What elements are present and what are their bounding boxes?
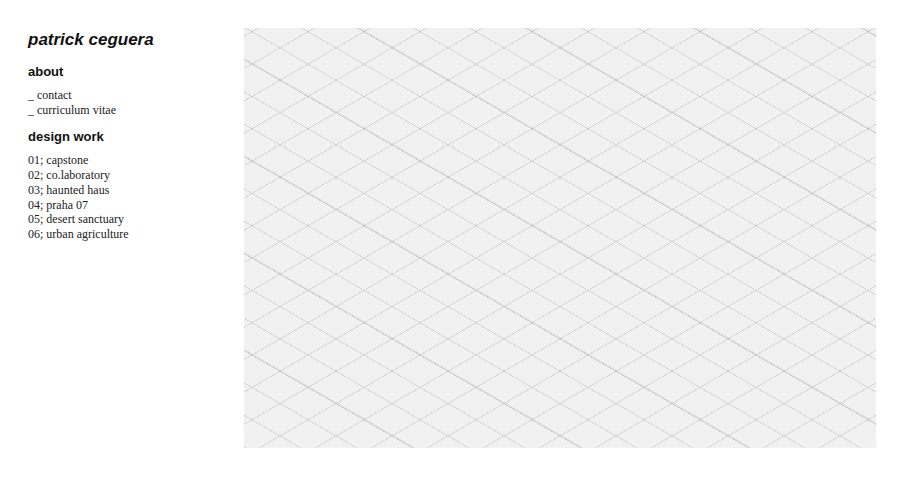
nav-section: about _ contact_ curriculum vitae xyxy=(28,64,244,117)
nav-link[interactable]: _ contact xyxy=(28,88,244,103)
hero-image xyxy=(244,28,876,448)
nav-link[interactable]: 06; urban agriculture xyxy=(28,227,244,242)
nav-link[interactable]: 04; praha 07 xyxy=(28,198,244,213)
nav-link[interactable]: _ curriculum vitae xyxy=(28,103,244,118)
nav-section: design work 01; capstone02; co.laboratory… xyxy=(28,129,244,241)
sidebar: patrick ceguera about _ contact_ curriculu… xyxy=(28,28,244,254)
nav-link[interactable]: 03; haunted haus xyxy=(28,183,244,198)
nav-list: _ contact_ curriculum vitae xyxy=(28,88,244,117)
nav-link[interactable]: 05; desert sanctuary xyxy=(28,212,244,227)
nav-heading[interactable]: about xyxy=(28,64,244,80)
nav-heading[interactable]: design work xyxy=(28,129,244,145)
nav-link[interactable]: 01; capstone xyxy=(28,153,244,168)
content xyxy=(244,28,876,448)
nav-link[interactable]: 02; co.laboratory xyxy=(28,168,244,183)
site-title[interactable]: patrick ceguera xyxy=(28,30,244,50)
nav-list: 01; capstone02; co.laboratory03; haunted… xyxy=(28,153,244,241)
portfolio-page: patrick ceguera about _ contact_ curriculu… xyxy=(0,0,900,480)
